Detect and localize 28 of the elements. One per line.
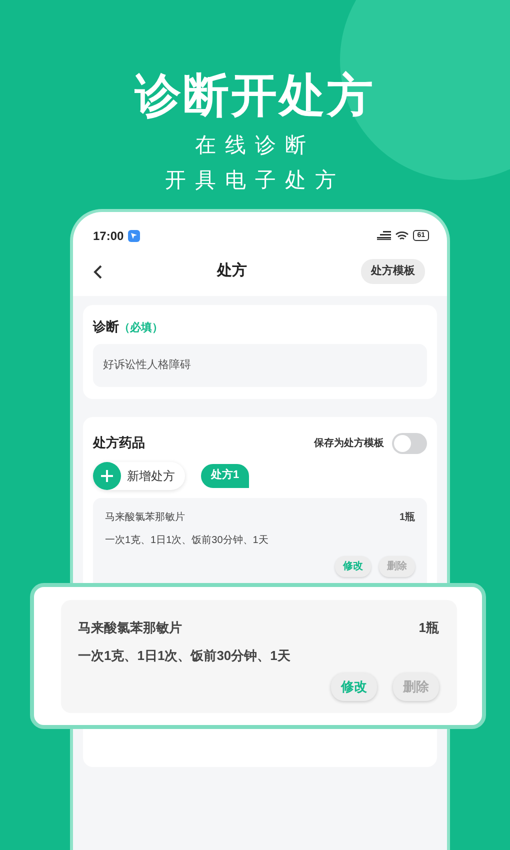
edit-button[interactable]: 修改 — [335, 556, 371, 577]
status-time: 17:00 — [93, 228, 124, 245]
template-button[interactable]: 处方模板 — [361, 259, 425, 284]
edit-button[interactable]: 修改 — [331, 673, 377, 700]
app-notification-icon — [128, 230, 140, 242]
signal-icon — [377, 231, 392, 240]
section-title: 处方药品 — [93, 434, 145, 452]
drug-usage: 一次1克、1日1次、饭前30分钟、1天 — [105, 534, 270, 548]
drug-name: 马来酸氯苯那敏片 — [105, 510, 185, 525]
diagnosis-field[interactable]: 好诉讼性人格障碍 — [93, 344, 427, 387]
prescription-tab[interactable]: 处方1 — [201, 464, 250, 488]
drug-quantity: 1瓶 — [399, 510, 415, 525]
page-title: 处方 — [217, 261, 247, 282]
plus-icon — [93, 462, 121, 490]
back-icon[interactable] — [93, 264, 103, 280]
subtitle: 开具电子处方 — [164, 170, 346, 191]
delete-button[interactable]: 删除 — [379, 556, 415, 577]
drug-usage: 一次1克、1日1次、饭前30分钟、1天 — [78, 646, 292, 664]
save-template-toggle[interactable] — [392, 432, 427, 454]
diagnosis-label: 诊断（必填） — [93, 318, 164, 336]
subtitle: 在线诊断 — [194, 134, 316, 156]
delete-button[interactable]: 删除 — [393, 673, 439, 700]
wifi-icon — [395, 230, 410, 241]
drug-name: 马来酸氯苯那敏片 — [78, 619, 182, 637]
headline: 诊断开处方 — [134, 70, 376, 121]
drug-quantity: 1瓶 — [418, 619, 439, 637]
add-prescription-button[interactable]: 新增处方 — [93, 462, 185, 490]
toggle-label: 保存为处方模板 — [314, 436, 384, 451]
